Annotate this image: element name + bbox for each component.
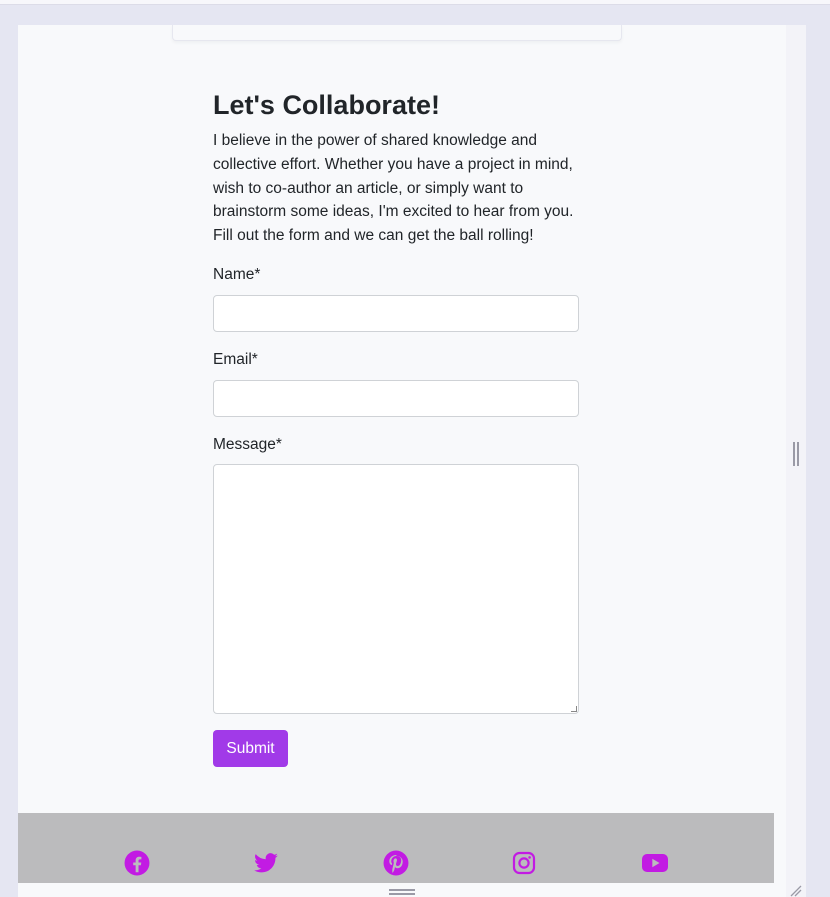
name-field[interactable] <box>213 294 579 332</box>
intro-paragraph: I believe in the power of shared knowled… <box>213 132 574 245</box>
pinterest-icon[interactable] <box>383 850 409 876</box>
youtube-icon[interactable] <box>641 851 669 875</box>
corner-resize-grip-icon[interactable] <box>790 885 802 897</box>
vertical-resize-handle[interactable] <box>793 442 799 466</box>
name-label: Name* <box>213 265 261 283</box>
email-field[interactable] <box>213 379 579 417</box>
instagram-icon[interactable] <box>512 851 536 875</box>
page-title: Let's Collaborate! <box>213 90 440 120</box>
facebook-icon[interactable] <box>124 850 150 876</box>
horizontal-resize-handle[interactable] <box>389 889 415 895</box>
browser-top-strip <box>0 0 830 5</box>
message-label: Message* <box>213 435 282 453</box>
message-textarea[interactable] <box>213 463 579 714</box>
contact-section: Let's Collaborate! I believe in the powe… <box>213 88 583 767</box>
previous-card-bottom <box>172 25 622 41</box>
contact-form: Name* Email* Message* Submit <box>213 265 583 767</box>
email-label: Email* <box>213 350 258 368</box>
textarea-resize-grip-icon[interactable] <box>571 705 577 712</box>
submit-button[interactable]: Submit <box>213 729 288 767</box>
twitter-icon[interactable] <box>253 850 279 876</box>
